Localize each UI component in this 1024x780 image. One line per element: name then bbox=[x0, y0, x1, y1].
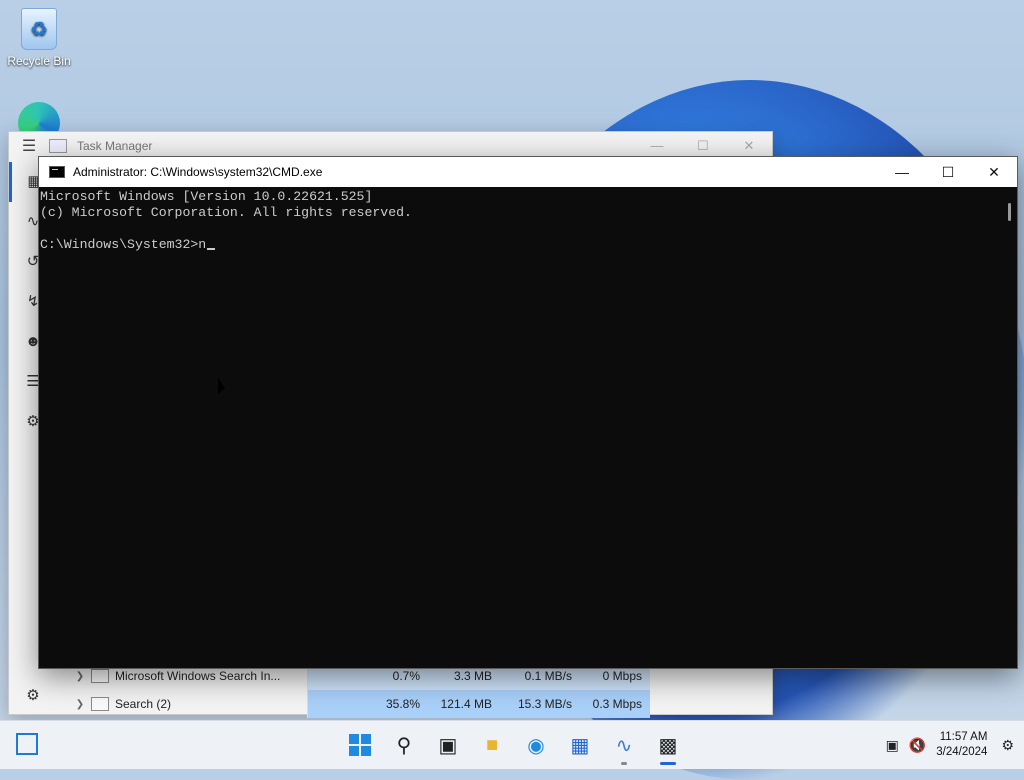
clock-time: 11:57 AM bbox=[939, 731, 988, 743]
console-line: (c) Microsoft Corporation. All rights re… bbox=[40, 205, 412, 220]
process-icon bbox=[91, 697, 109, 711]
clock-date: 3/24/2024 bbox=[936, 746, 988, 758]
console-line: ​ bbox=[40, 221, 1017, 237]
widgets-icon[interactable] bbox=[16, 733, 38, 755]
process-list: ❯ Microsoft Windows Search In... 0.7% 3.… bbox=[69, 662, 759, 718]
notification-icon[interactable]: ⚙ bbox=[1001, 737, 1014, 754]
console-prompt: C:\Windows\System32>n bbox=[40, 237, 207, 252]
maximize-button[interactable]: ☐ bbox=[925, 157, 971, 187]
volume-muted-icon[interactable]: 🔇 bbox=[909, 737, 926, 754]
text-cursor bbox=[207, 248, 216, 250]
scrollbar-thumb[interactable] bbox=[1008, 203, 1011, 221]
running-indicator bbox=[621, 762, 627, 765]
taskbar: ⚲ ▣ ■ ◉ ▦ ∿ ▩ ▣ 🔇 11:57 AM 3/24/2024 ⚙ bbox=[0, 720, 1024, 769]
system-tray: ▣ 🔇 11:57 AM 3/24/2024 ⚙ bbox=[886, 721, 1024, 769]
store-button[interactable]: ▦ bbox=[558, 727, 602, 763]
cmd-title: Administrator: C:\Windows\system32\CMD.e… bbox=[73, 165, 323, 179]
edge-button[interactable]: ◉ bbox=[514, 727, 558, 763]
process-icon bbox=[91, 669, 109, 683]
hamburger-menu-icon[interactable]: ☰ bbox=[9, 136, 49, 156]
disk-value: 15.3 MB/s bbox=[500, 690, 580, 718]
start-icon bbox=[349, 734, 371, 756]
task-view-icon: ▣ bbox=[438, 734, 458, 757]
cmd-button[interactable]: ▩ bbox=[646, 727, 690, 765]
expand-chevron-icon[interactable]: ❯ bbox=[69, 699, 91, 710]
memory-value: 121.4 MB bbox=[428, 690, 500, 718]
taskbar-apps: ⚲ ▣ ■ ◉ ▦ ∿ ▩ bbox=[338, 727, 690, 765]
minimize-button[interactable]: — bbox=[634, 138, 680, 154]
cmd-window: Administrator: C:\Windows\system32\CMD.e… bbox=[38, 156, 1018, 669]
settings-gear-icon[interactable]: ⚙ bbox=[9, 686, 57, 704]
mouse-pointer-icon bbox=[218, 378, 225, 394]
task-manager-title: Task Manager bbox=[77, 139, 153, 153]
store-icon: ▦ bbox=[570, 734, 590, 757]
cpu-value: 35.8% bbox=[308, 690, 428, 718]
table-row[interactable]: ❯ Search (2) 35.8% 121.4 MB 15.3 MB/s 0.… bbox=[69, 690, 759, 718]
edge-icon: ◉ bbox=[527, 734, 545, 757]
console-prompt-line[interactable]: C:\Windows\System32>n bbox=[40, 237, 1017, 253]
file-explorer-button[interactable]: ■ bbox=[470, 727, 514, 763]
start-button[interactable] bbox=[338, 727, 382, 763]
console-area[interactable]: Microsoft Windows [Version 10.0.22621.52… bbox=[39, 187, 1017, 667]
close-button[interactable]: ✕ bbox=[726, 138, 772, 154]
console-output: Microsoft Windows [Version 10.0.22621.52… bbox=[39, 187, 1017, 253]
task-manager-icon: ∿ bbox=[615, 734, 633, 757]
close-button[interactable]: ✕ bbox=[971, 157, 1017, 187]
recycle-bin-desktop-icon[interactable]: Recycle Bin bbox=[4, 8, 74, 68]
cmd-titlebar[interactable]: Administrator: C:\Windows\system32\CMD.e… bbox=[39, 157, 1017, 187]
network-value: 0.3 Mbps bbox=[580, 690, 650, 718]
vertical-scrollbar[interactable] bbox=[1000, 187, 1017, 667]
active-indicator bbox=[660, 762, 676, 765]
search-icon: ⚲ bbox=[396, 734, 412, 757]
expand-chevron-icon[interactable]: ❯ bbox=[69, 671, 91, 682]
task-manager-button[interactable]: ∿ bbox=[602, 727, 646, 765]
cmd-app-icon bbox=[49, 166, 65, 178]
minimize-button[interactable]: — bbox=[879, 157, 925, 187]
cmd-icon: ▩ bbox=[658, 734, 678, 757]
network-icon[interactable]: ▣ bbox=[886, 737, 899, 754]
file-explorer-icon: ■ bbox=[485, 733, 499, 756]
task-view-button[interactable]: ▣ bbox=[426, 727, 470, 763]
recycle-bin-icon bbox=[21, 8, 57, 50]
maximize-button[interactable]: ☐ bbox=[680, 138, 726, 154]
process-name: Search (2) bbox=[115, 690, 308, 718]
task-manager-app-icon bbox=[49, 139, 67, 153]
search-button[interactable]: ⚲ bbox=[382, 727, 426, 763]
recycle-bin-label: Recycle Bin bbox=[7, 54, 71, 68]
clock[interactable]: 11:57 AM 3/24/2024 bbox=[936, 730, 987, 760]
console-line: Microsoft Windows [Version 10.0.22621.52… bbox=[40, 189, 373, 204]
